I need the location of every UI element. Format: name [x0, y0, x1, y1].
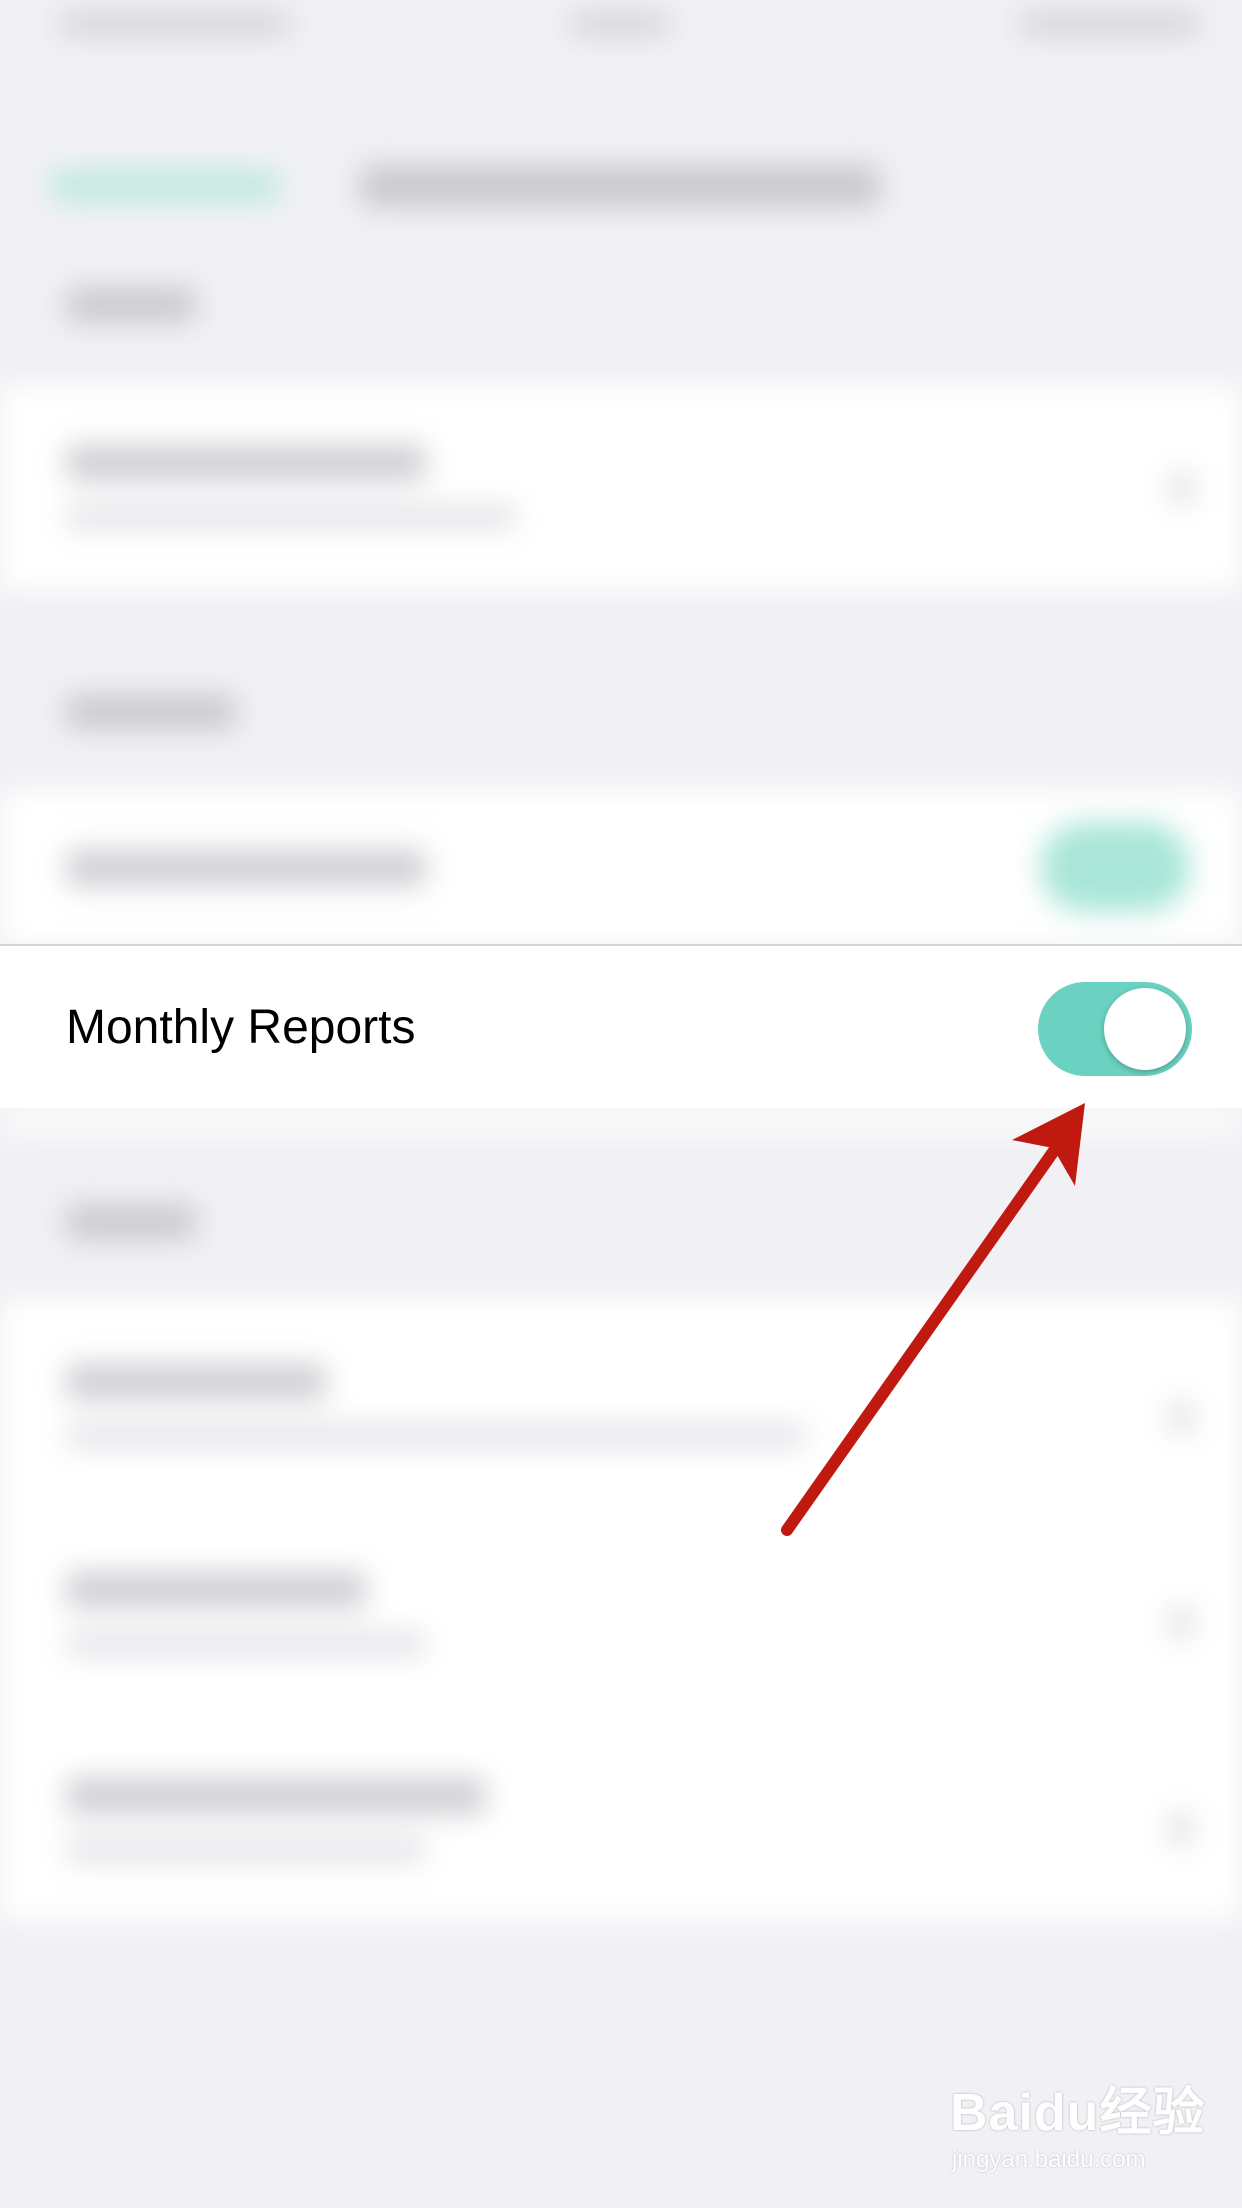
status-carrier-placeholder: [60, 14, 290, 34]
row-subtitle-placeholder: [66, 505, 516, 529]
status-time-placeholder: [570, 14, 670, 34]
row-title-placeholder: [66, 850, 426, 886]
watermark-url: jingyan.baidu.com: [952, 2146, 1146, 2173]
group-3: [0, 1300, 1242, 1920]
row-title-placeholder: [66, 1778, 486, 1814]
monthly-reports-row: Monthly Reports: [0, 944, 1242, 1108]
row-title-placeholder: [66, 445, 426, 481]
toggle-switch[interactable]: [1040, 822, 1190, 912]
baidu-watermark: Baidu经验 jingyan.baidu.com: [950, 2070, 1220, 2190]
chevron-right-icon: [1170, 1400, 1192, 1434]
group-2-bottom: [0, 1106, 1242, 1136]
group-1: [0, 385, 1242, 590]
row-subtitle-placeholder: [66, 1838, 426, 1862]
row-subtitle-placeholder: [66, 1424, 806, 1448]
row-subtitle-placeholder: [66, 1632, 426, 1656]
section-header-1: [66, 288, 196, 322]
row-title-placeholder: [66, 1364, 326, 1400]
monthly-reports-toggle[interactable]: [1038, 982, 1192, 1076]
group-2: [0, 790, 1242, 946]
watermark-brand: Baidu经验: [950, 2084, 1206, 2142]
chevron-right-icon: [1170, 1606, 1192, 1640]
section-header-2: [66, 695, 236, 729]
nav-title-placeholder: [360, 165, 880, 207]
row-title-placeholder: [66, 1572, 366, 1608]
monthly-reports-label: Monthly Reports: [66, 1001, 416, 1054]
chevron-right-icon: [1170, 471, 1192, 505]
toggle-knob: [1104, 988, 1186, 1070]
settings-screen: Monthly Reports Baidu经验 jingyan.baidu.co…: [0, 0, 1242, 2208]
section-header-3: [66, 1205, 196, 1239]
navigation-bar: [0, 60, 1242, 207]
status-bar: [0, 0, 1242, 60]
chevron-right-icon: [1170, 1812, 1192, 1846]
status-battery-placeholder: [1020, 14, 1200, 34]
back-button[interactable]: [50, 170, 280, 202]
